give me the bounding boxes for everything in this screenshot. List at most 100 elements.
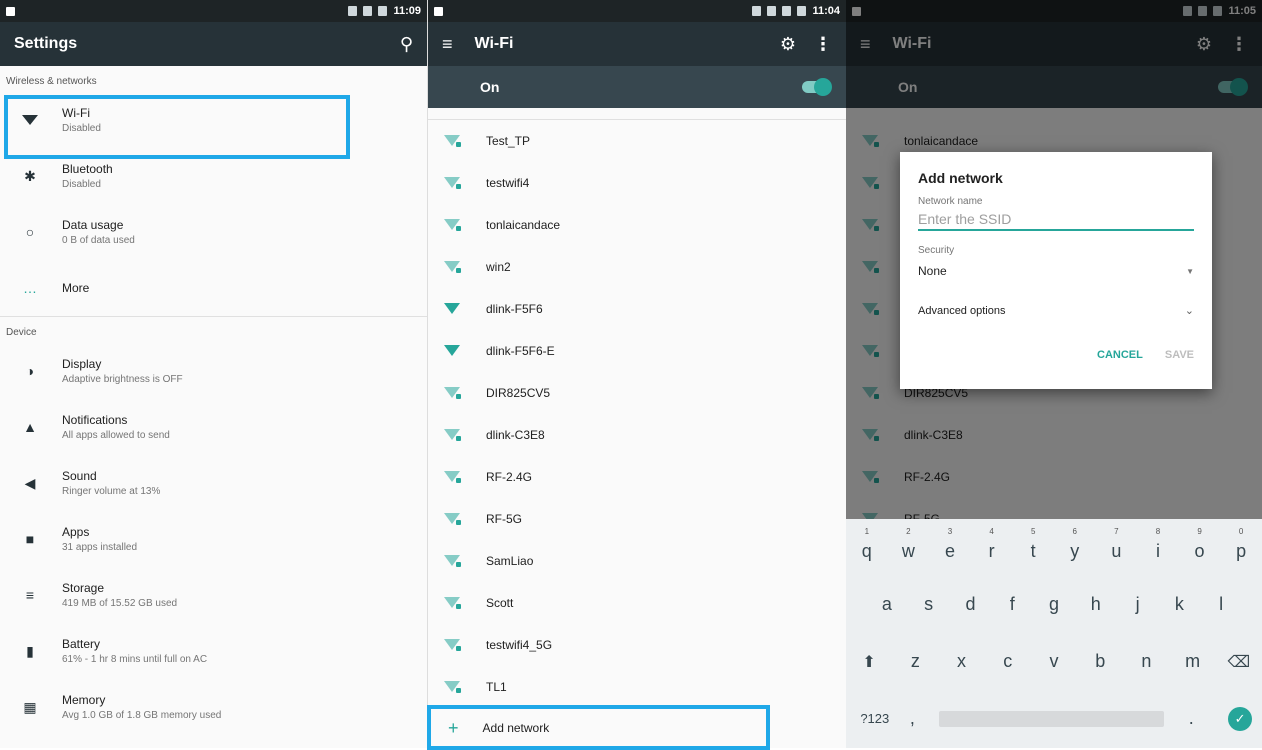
wifi-signal-icon [444,133,468,149]
network-item[interactable]: dlink-C3E8 [428,414,846,456]
key-u[interactable]: 7u [1096,527,1138,562]
key-q[interactable]: 1q [846,527,888,562]
setting-item-storage[interactable]: ≡ Storage 419 MB of 15.52 GB used [0,567,427,623]
network-list: Test_TP testwifi4 tonlaicandace win2 dlink-F… [428,120,846,708]
network-ssid: testwifi4 [486,176,530,190]
setting-item-sound[interactable]: ◀ Sound Ringer volume at 13% [0,455,427,511]
network-item[interactable]: testwifi4_5G [428,624,846,666]
symbols-key[interactable]: ?123 [856,711,894,726]
key-f[interactable]: f [991,594,1033,615]
save-button[interactable]: SAVE [1165,349,1194,361]
ssid-input[interactable] [918,207,1194,231]
wifi-signal-icon [444,469,468,485]
highlight-add-network [427,705,770,750]
network-item[interactable]: dlink-F5F6-E [428,330,846,372]
key-d[interactable]: d [950,594,992,615]
key-hint: 3 [947,527,953,536]
wifi-toolbar: ≡ Wi-Fi ⚙ ⋮ [428,22,846,66]
comma-key[interactable]: , [894,708,932,729]
setting-subtitle: Adaptive brightness is OFF [62,374,183,385]
wifi-signal-icon [444,175,468,191]
setting-subtitle: 0 B of data used [62,235,135,246]
network-item[interactable]: Test_TP [428,120,846,162]
key-h[interactable]: h [1075,594,1117,615]
network-item[interactable]: testwifi4 [428,162,846,204]
keyboard-row-1: 1q2w3e4r5t6y7u8i9o0p [846,519,1262,576]
setting-item-notifications[interactable]: ▲ Notifications All apps allowed to send [0,399,427,455]
space-key[interactable] [939,710,1165,727]
key-r[interactable]: 4r [971,527,1013,562]
setting-item-apps[interactable]: ■ Apps 31 apps installed [0,511,427,567]
menu-icon[interactable]: ≡ [442,34,453,55]
network-ssid: dlink-F5F6 [486,302,543,316]
network-item[interactable]: dlink-F5F6 [428,288,846,330]
page-title: Settings [14,35,78,52]
key-a[interactable]: a [866,594,908,615]
key-k[interactable]: k [1158,594,1200,615]
key-t[interactable]: 5t [1012,527,1054,562]
key-z[interactable]: z [892,651,938,672]
key-x[interactable]: x [938,651,984,672]
network-item[interactable]: DIR825CV5 [428,372,846,414]
key-n[interactable]: n [1123,651,1169,672]
network-ssid: testwifi4_5G [486,638,553,652]
sync-icon [767,6,777,16]
key-j[interactable]: j [1117,594,1159,615]
add-network-panel: 11:05 ≡ Wi-Fi ⚙ ⋮ On tonlaicandaceDIR825… [846,0,1262,748]
key-p[interactable]: 0p [1220,527,1262,562]
network-item[interactable]: TL1 [428,666,846,708]
enter-key-check-icon[interactable]: ✓ [1228,706,1253,731]
overflow-menu-icon[interactable]: ⋮ [814,34,832,55]
status-bar: 11:09 [0,0,427,22]
advanced-options-toggle[interactable]: Advanced options ⌄ [918,304,1194,318]
status-bar: 11:04 [428,0,846,22]
battery-status-icon [797,6,807,16]
key-i[interactable]: 8i [1137,527,1179,562]
search-icon[interactable]: ⚲ [400,34,413,55]
keyboard-row-3: ⬆ z x c v b n m ⌫ [846,633,1262,690]
key-v[interactable]: v [1031,651,1077,672]
setting-item-memory[interactable]: ▦ Memory Avg 1.0 GB of 1.8 GB memory used [0,679,427,735]
key-s[interactable]: s [908,594,950,615]
key-e[interactable]: 3e [929,527,971,562]
highlight-wifi-setting [4,95,350,159]
cancel-button[interactable]: CANCEL [1097,349,1143,361]
wifi-toggle[interactable] [802,78,832,96]
notification-icon [6,6,15,16]
setting-item-display[interactable]: ◑ Display Adaptive brightness is OFF [0,343,427,399]
data-usage-icon: ○ [25,224,35,240]
wifi-signal-icon [444,511,468,527]
setting-item-battery[interactable]: ▮ Battery 61% - 1 hr 8 mins until full on … [0,623,427,679]
key-m[interactable]: m [1170,651,1216,672]
network-item[interactable]: tonlaicandace [428,204,846,246]
key-g[interactable]: g [1033,594,1075,615]
network-item[interactable]: win2 [428,246,846,288]
setting-item-data-usage[interactable]: ○ Data usage 0 B of data used [0,204,427,260]
key-o[interactable]: 9o [1179,527,1221,562]
key-b[interactable]: b [1077,651,1123,672]
key-c[interactable]: c [985,651,1031,672]
key-l[interactable]: l [1200,594,1242,615]
security-label: Security [918,245,955,256]
wifi-master-switch-bar[interactable]: On [428,66,846,108]
no-sim-icon [782,6,792,16]
storage-icon: ≡ [25,587,35,603]
key-hint: 0 [1238,527,1244,536]
network-item[interactable]: SamLiao [428,540,846,582]
network-item[interactable]: Scott [428,582,846,624]
setting-item-more[interactable]: … More [0,260,427,316]
settings-toolbar: Settings ⚲ [0,22,427,66]
shift-key-icon[interactable]: ⬆ [846,652,892,672]
network-item[interactable]: RF-2.4G [428,456,846,498]
key-y[interactable]: 6y [1054,527,1096,562]
key-hint: 1 [864,527,870,536]
setting-title: Memory [62,693,106,707]
key-w[interactable]: 2w [888,527,930,562]
volume-icon: ◀ [24,474,36,491]
security-select[interactable]: None ▼ [918,264,1194,278]
period-key[interactable]: . [1172,708,1210,729]
gear-icon[interactable]: ⚙ [780,34,796,55]
bluetooth-icon: ✱ [24,167,36,184]
network-item[interactable]: RF-5G [428,498,846,540]
backspace-key-icon[interactable]: ⌫ [1216,652,1262,672]
